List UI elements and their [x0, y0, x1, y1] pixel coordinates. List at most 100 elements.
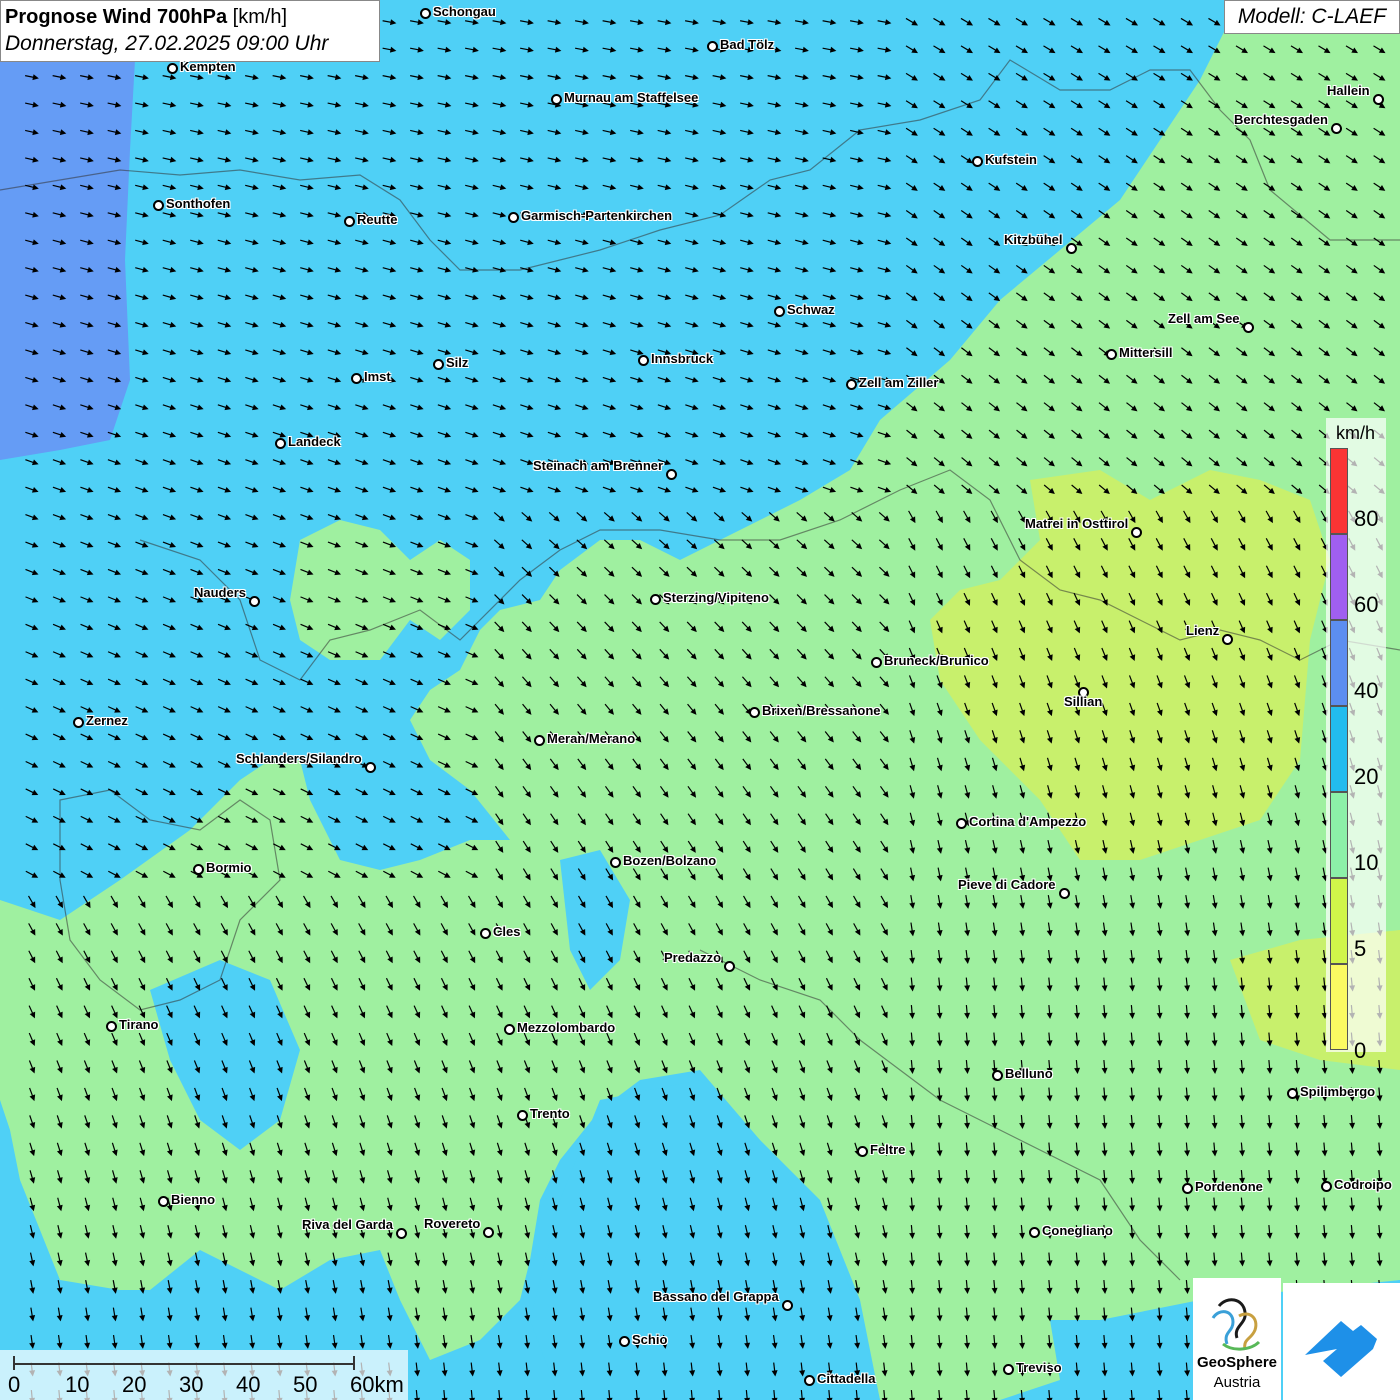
city-label: Spilimbergo	[1300, 1084, 1376, 1099]
city-marker-icon	[846, 379, 857, 390]
city-label: Sterzing/Vipiteno	[663, 590, 769, 605]
city-label: Sillian	[1064, 694, 1103, 709]
city-marker-icon	[1243, 322, 1254, 333]
city-marker-icon	[1373, 94, 1384, 105]
city-label: Bormio	[206, 860, 252, 875]
city-label: Pordenone	[1195, 1179, 1263, 1194]
scale-label: 0	[8, 1372, 21, 1397]
city-marker-icon	[619, 1336, 630, 1347]
city-marker-icon	[1066, 243, 1077, 254]
city-label: Sonthofen	[166, 196, 231, 211]
city-marker-icon	[1331, 123, 1342, 134]
logo-name-2: Austria	[1213, 1374, 1261, 1391]
legend-color-segment	[1330, 620, 1348, 706]
color-legend: km/h 80 60 40 20 10 5 0	[1326, 418, 1386, 1063]
scale-label: 50	[293, 1372, 318, 1397]
city-marker-icon	[275, 438, 286, 449]
city-label: Schongau	[433, 4, 496, 19]
legend-tick-label: 5	[1354, 936, 1367, 961]
city-label: Bad Tölz	[720, 37, 775, 52]
map-title-unit: [km/h]	[232, 6, 288, 28]
city-label: Riva del Garda	[302, 1217, 394, 1232]
city-label: Landeck	[288, 434, 341, 449]
city-marker-icon	[73, 717, 84, 728]
map-title-main: Prognose Wind 700hPa	[5, 6, 228, 28]
legend-tick-label: 80	[1354, 506, 1379, 531]
scale-label: 60km	[350, 1372, 404, 1397]
map-title: Prognose Wind 700hPa [km/h]	[5, 4, 375, 30]
city-label: Cittadella	[817, 1371, 876, 1386]
legend-color-segment	[1330, 878, 1348, 964]
scale-label: 20	[122, 1372, 147, 1397]
geosphere-logo: GeoSphere Austria	[1193, 1278, 1281, 1400]
city-label: Garmisch-Partenkirchen	[521, 208, 673, 223]
city-label: Trento	[530, 1106, 570, 1121]
city-marker-icon	[1222, 634, 1233, 645]
city-marker-icon	[351, 373, 362, 384]
city-marker-icon	[517, 1110, 528, 1121]
city-marker-icon	[106, 1021, 117, 1032]
city-label: Zernez	[86, 713, 128, 728]
city-marker-icon	[551, 94, 562, 105]
city-marker-icon	[153, 200, 164, 211]
scale-bar: 0 10 20 30 40 50 60km	[0, 1350, 408, 1400]
city-label: Mittersill	[1119, 345, 1173, 360]
city-label: Zell am Ziller	[859, 375, 939, 390]
city-label: Schwaz	[787, 302, 835, 317]
city-label: Cortina d'Ampezzo	[969, 814, 1087, 829]
city-marker-icon	[480, 928, 491, 939]
city-label: Murnau am Staffelsee	[564, 90, 699, 105]
city-label: Bruneck/Brunico	[884, 653, 989, 668]
legend-color-segment	[1330, 706, 1348, 792]
city-marker-icon	[857, 1146, 868, 1157]
city-marker-icon	[666, 469, 677, 480]
city-marker-icon	[782, 1300, 793, 1311]
city-label: Bassano del Grappa	[653, 1289, 779, 1304]
city-label: Belluno	[1005, 1066, 1053, 1081]
city-marker-icon	[1182, 1183, 1193, 1194]
scale-bar-line	[13, 1356, 355, 1370]
city-marker-icon	[610, 857, 621, 868]
city-marker-icon	[638, 355, 649, 366]
city-label: Kitzbühel	[1004, 232, 1063, 247]
city-label: Imst	[364, 369, 391, 384]
city-marker-icon	[707, 41, 718, 52]
city-marker-icon	[1131, 527, 1142, 538]
city-marker-icon	[396, 1228, 407, 1239]
city-label: Bienno	[171, 1192, 216, 1207]
city-marker-icon	[167, 63, 178, 74]
city-marker-icon	[1059, 888, 1070, 899]
city-label: Treviso	[1016, 1360, 1062, 1375]
legend-color-segment	[1330, 448, 1348, 534]
city-marker-icon	[158, 1196, 169, 1207]
city-marker-icon	[972, 156, 983, 167]
city-marker-icon	[508, 212, 519, 223]
city-marker-icon	[365, 762, 376, 773]
violet-wind-area	[0, 0, 135, 460]
city-label: Innsbruck	[651, 351, 714, 366]
scale-label: 40	[236, 1372, 261, 1397]
city-label: Meran/Merano	[547, 731, 636, 746]
scale-label: 10	[65, 1372, 90, 1397]
city-marker-icon	[344, 216, 355, 227]
city-marker-icon	[483, 1227, 494, 1238]
legend-tick-label: 60	[1354, 592, 1379, 617]
city-label: Lienz	[1186, 623, 1220, 638]
city-marker-icon	[1106, 349, 1117, 360]
city-marker-icon	[724, 961, 735, 972]
city-label: Hallein	[1327, 83, 1370, 98]
legend-tick-label: 20	[1354, 764, 1379, 789]
city-label: Kempten	[180, 59, 236, 74]
city-marker-icon	[774, 306, 785, 317]
legend-color-segment	[1330, 534, 1348, 620]
city-label: Pieve di Cadore	[958, 877, 1056, 892]
city-marker-icon	[804, 1375, 815, 1386]
legend-unit: km/h	[1336, 423, 1376, 443]
city-label: Silz	[446, 355, 469, 370]
cloud-arrow-icon	[1305, 1321, 1377, 1377]
city-label: Feltre	[870, 1142, 906, 1157]
city-label: Bozen/Bolzano	[623, 853, 717, 868]
city-label: Mezzolombardo	[517, 1020, 616, 1035]
legend-color-segment	[1330, 792, 1348, 878]
city-marker-icon	[249, 596, 260, 607]
